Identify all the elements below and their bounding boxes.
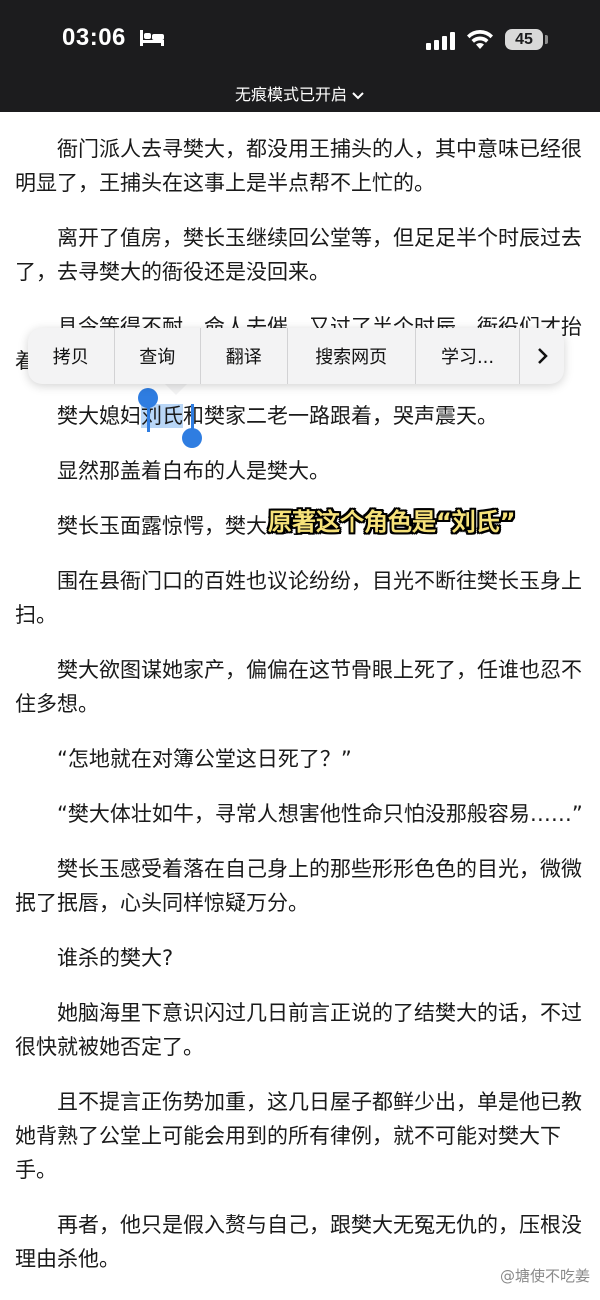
paragraph: 樊长玉感受着落在自己身上的那些形形色色的目光，微微抿了抿唇，心头同样惊疑万分。: [15, 857, 582, 915]
battery-tip: [545, 35, 548, 44]
paragraph: “樊大体壮如牛，寻常人想害他性命只怕没那般容易……”: [57, 802, 583, 826]
incognito-label: 无痕模式已开启: [234, 85, 347, 104]
chevron-right-icon: [538, 348, 548, 364]
menu-more[interactable]: [520, 328, 564, 384]
status-bar: 03:06 45: [0, 0, 600, 82]
article-body: 衙门派人去寻樊大，都没用王捕头的人，其中意味已经很明显了，王捕头在这事上是半点帮…: [15, 132, 585, 1297]
paragraph-with-selection[interactable]: 樊大媳妇刘氏和樊家二老一路跟着，哭声震天。: [15, 399, 585, 433]
paragraph: 且不提言正伤势加重，这几日屋子都鲜少出，单是他已教她背熟了公堂上可能会用到的所有…: [15, 1090, 582, 1182]
selection-start-handle[interactable]: [138, 388, 158, 408]
selection-end-handle[interactable]: [182, 428, 202, 448]
paragraph: 衙门派人去寻樊大，都没用王捕头的人，其中意味已经很明显了，王捕头在这事上是半点帮…: [15, 137, 582, 195]
menu-copy[interactable]: 拷贝: [28, 328, 115, 384]
battery-icon: 45: [505, 29, 543, 50]
incognito-mode-banner[interactable]: 无痕模式已开启: [0, 82, 600, 112]
paragraph: “怎地就在对簿公堂这日死了？”: [57, 747, 352, 771]
paragraph: 她脑海里下意识闪过几日前言正说的了结樊大的话，不过很快就被她否定了。: [15, 1001, 582, 1059]
bed-icon: [140, 30, 164, 46]
wifi-icon: [467, 29, 493, 49]
paragraph: 显然那盖着白布的人是樊大。: [57, 459, 330, 483]
cellular-signal-icon: [426, 32, 455, 50]
watermark: @塘使不吃姜: [499, 1267, 590, 1285]
menu-learn[interactable]: 学习...: [416, 328, 521, 384]
text-span: 樊大媳妇: [57, 404, 141, 428]
menu-translate[interactable]: 翻译: [201, 328, 288, 384]
paragraph: 谁杀的樊大?: [57, 946, 174, 970]
menu-pointer: [165, 384, 187, 395]
paragraph: 离开了值房，樊长玉继续回公堂等，但足足半个时辰过去了，去寻樊大的衙役还是没回来。: [15, 226, 582, 284]
text-selection-menu: 拷贝 查询 翻译 搜索网页 学习...: [28, 328, 564, 384]
menu-lookup[interactable]: 查询: [115, 328, 202, 384]
paragraph: 樊大欲图谋她家产，偏偏在这节骨眼上死了，任谁也忍不住多想。: [15, 658, 582, 716]
chevron-down-icon: [351, 83, 365, 109]
overlay-caption: 原著这个角色是“刘氏”: [268, 508, 516, 536]
menu-search-web[interactable]: 搜索网页: [288, 328, 416, 384]
clock-time: 03:06: [62, 24, 126, 51]
text-span: 和樊家二老一路跟着，哭声震天。: [183, 404, 498, 428]
paragraph: 围在县衙门口的百姓也议论纷纷，目光不断往樊长玉身上扫。: [15, 569, 582, 627]
selection-start-bar: [147, 404, 150, 432]
